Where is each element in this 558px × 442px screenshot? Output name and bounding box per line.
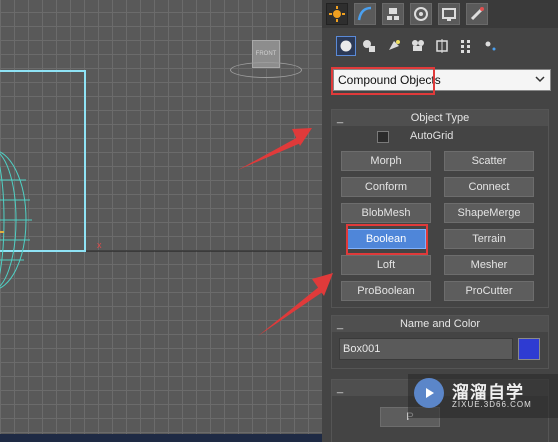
morph-button[interactable]: Morph — [341, 151, 431, 171]
object-category-bar — [328, 34, 548, 58]
proboolean-button[interactable]: ProBoolean — [341, 281, 431, 301]
create-tab-icon[interactable] — [326, 3, 348, 25]
collapse-toggle[interactable]: _ — [337, 380, 343, 396]
front-viewport[interactable]: FRONT — [0, 0, 322, 442]
autogrid-checkbox[interactable] — [377, 131, 389, 143]
rollout-title: Object Type — [410, 112, 470, 124]
chevron-down-icon — [535, 76, 545, 83]
cameras-icon[interactable] — [408, 36, 428, 56]
boolean-highlight-box — [346, 224, 428, 255]
systems-icon[interactable] — [480, 36, 500, 56]
collapse-toggle[interactable]: _ — [337, 316, 343, 332]
conform-button[interactable]: Conform — [341, 177, 431, 197]
geometry-icon[interactable] — [336, 36, 356, 56]
procutter-button[interactable]: ProCutter — [444, 281, 534, 301]
blobmesh-button[interactable]: BlobMesh — [341, 203, 431, 223]
scatter-button[interactable]: Scatter — [444, 151, 534, 171]
terrain-button[interactable]: Terrain — [444, 229, 534, 249]
object-type-rollout-header[interactable]: _ Object Type — [332, 110, 548, 126]
connect-button[interactable]: Connect — [444, 177, 534, 197]
helpers-icon[interactable] — [432, 36, 452, 56]
utilities-tab-icon[interactable] — [466, 3, 488, 25]
autogrid-label: AutoGrid — [410, 130, 454, 142]
collapse-toggle[interactable]: _ — [337, 110, 343, 126]
view-cube[interactable]: FRONT — [230, 40, 302, 78]
shapemerge-button[interactable]: ShapeMerge — [444, 203, 534, 223]
shapes-icon[interactable] — [359, 36, 379, 56]
rollout-title: Name and Color — [399, 318, 481, 330]
play-logo-icon — [414, 378, 444, 408]
loft-button[interactable]: Loft — [341, 255, 431, 275]
viewport-bottom-bar — [0, 434, 322, 442]
modify-tab-icon[interactable] — [354, 3, 376, 25]
name-and-color-rollout-header[interactable]: _ Name and Color — [332, 316, 548, 332]
object-color-swatch[interactable] — [518, 338, 540, 360]
watermark-subtitle: ZIXUE.3D66.COM — [452, 400, 532, 409]
space-warps-icon[interactable] — [456, 36, 476, 56]
command-panel-tabs — [322, 0, 558, 28]
hierarchy-tab-icon[interactable] — [382, 3, 404, 25]
lights-icon[interactable] — [384, 36, 404, 56]
display-tab-icon[interactable] — [438, 3, 460, 25]
watermark: 溜溜自学 ZIXUE.3D66.COM — [408, 374, 558, 418]
dropdown-highlight-box — [331, 67, 435, 95]
view-cube-ring — [230, 62, 302, 78]
motion-tab-icon[interactable] — [410, 3, 432, 25]
object-name-field[interactable]: Box001 — [339, 338, 513, 360]
mesher-button[interactable]: Mesher — [444, 255, 534, 275]
